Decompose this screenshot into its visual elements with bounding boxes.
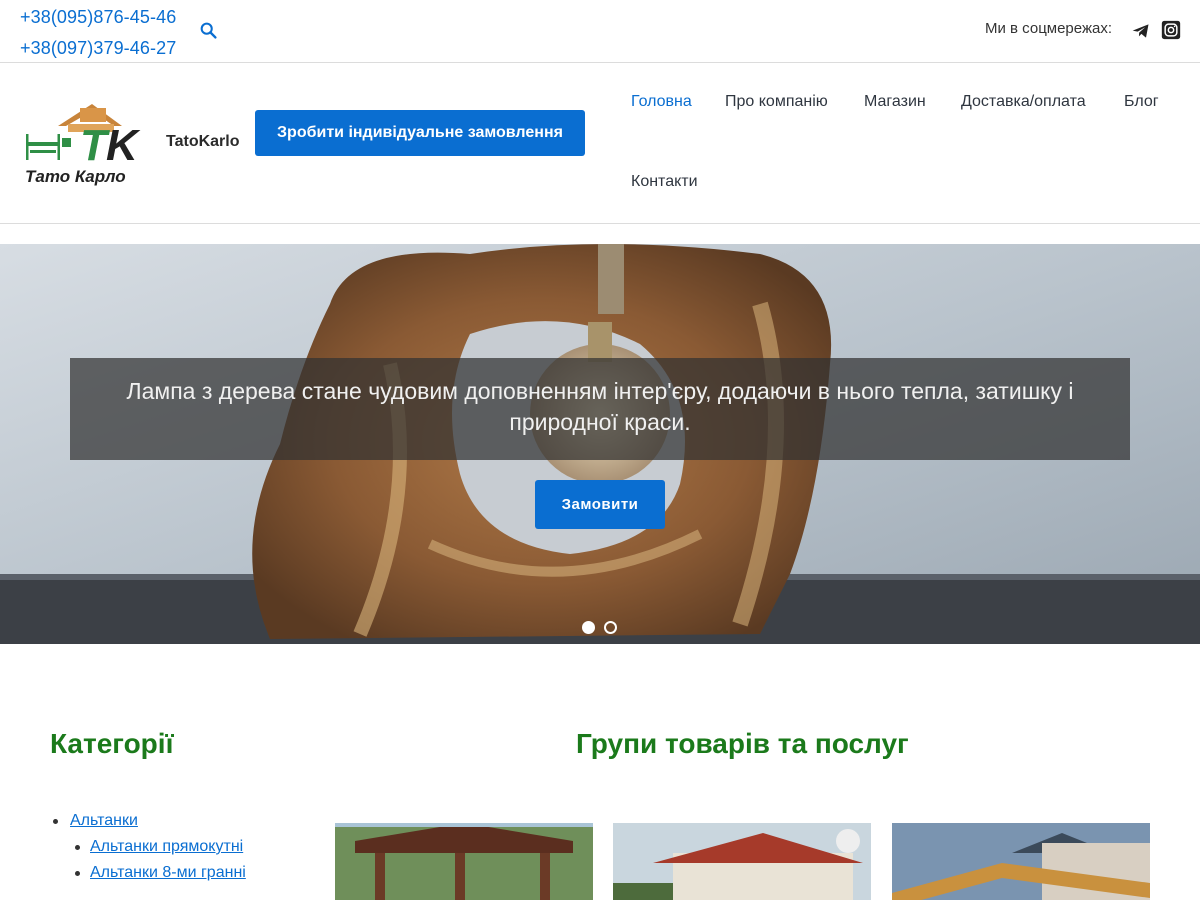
- custom-order-button[interactable]: Зробити індивідуальне замовлення: [255, 110, 585, 156]
- group-card-3[interactable]: [892, 823, 1150, 900]
- hero-slider: Лампа з дерева стане чудовим доповненням…: [0, 244, 1200, 644]
- nav-item-blog[interactable]: Блог: [1124, 93, 1159, 111]
- group-image-gazebo: [335, 823, 593, 900]
- telegram-icon[interactable]: [1131, 21, 1151, 41]
- search-icon[interactable]: [198, 20, 220, 42]
- list-bullet: [75, 871, 80, 876]
- group-image-canopy: [892, 823, 1150, 900]
- svg-text:Тато Карло: Тато Карло: [25, 167, 126, 186]
- group-card-2[interactable]: [613, 823, 871, 900]
- category-item-rect-gazebos[interactable]: Альтанки прямокутні: [90, 838, 243, 856]
- list-bullet: [75, 845, 80, 850]
- group-image-house: [613, 823, 871, 900]
- phone-link-1[interactable]: +38(095)876-45-46: [20, 2, 176, 33]
- hero-caption: Лампа з дерева стане чудовим доповненням…: [70, 358, 1130, 460]
- category-item-gazebos[interactable]: Альтанки: [70, 812, 138, 830]
- slider-dot-1[interactable]: [582, 621, 595, 634]
- phone-list: +38(095)876-45-46 +38(097)379-46-27: [20, 2, 176, 64]
- site-name[interactable]: TatoKarlo: [166, 133, 239, 151]
- nav-item-delivery[interactable]: Доставка/оплата: [961, 93, 1086, 111]
- site-header: T K Тато Карло TatoKarlo Зробити індивід…: [0, 64, 1200, 224]
- group-card-1[interactable]: [335, 823, 593, 900]
- nav-item-shop[interactable]: Магазин: [864, 93, 926, 111]
- svg-text:K: K: [106, 121, 141, 170]
- phone-link-2[interactable]: +38(097)379-46-27: [20, 33, 176, 64]
- site-logo[interactable]: T K Тато Карло: [22, 98, 148, 188]
- groups-heading: Групи товарів та послуг: [576, 728, 909, 759]
- instagram-icon[interactable]: [1161, 20, 1181, 40]
- top-bar: +38(095)876-45-46 +38(097)379-46-27 Ми в…: [0, 0, 1200, 63]
- category-item-octagon-gazebos[interactable]: Альтанки 8-ми гранні: [90, 864, 246, 882]
- nav-item-about[interactable]: Про компанію: [725, 93, 828, 111]
- list-bullet: [53, 819, 58, 824]
- hero-order-button[interactable]: Замовити: [535, 480, 665, 529]
- social-label: Ми в соцмережах:: [985, 20, 1112, 37]
- nav-item-home[interactable]: Головна: [631, 93, 692, 111]
- nav-item-contacts[interactable]: Контакти: [631, 173, 698, 191]
- categories-heading: Категорії: [50, 728, 174, 759]
- slider-dot-2[interactable]: [604, 621, 617, 634]
